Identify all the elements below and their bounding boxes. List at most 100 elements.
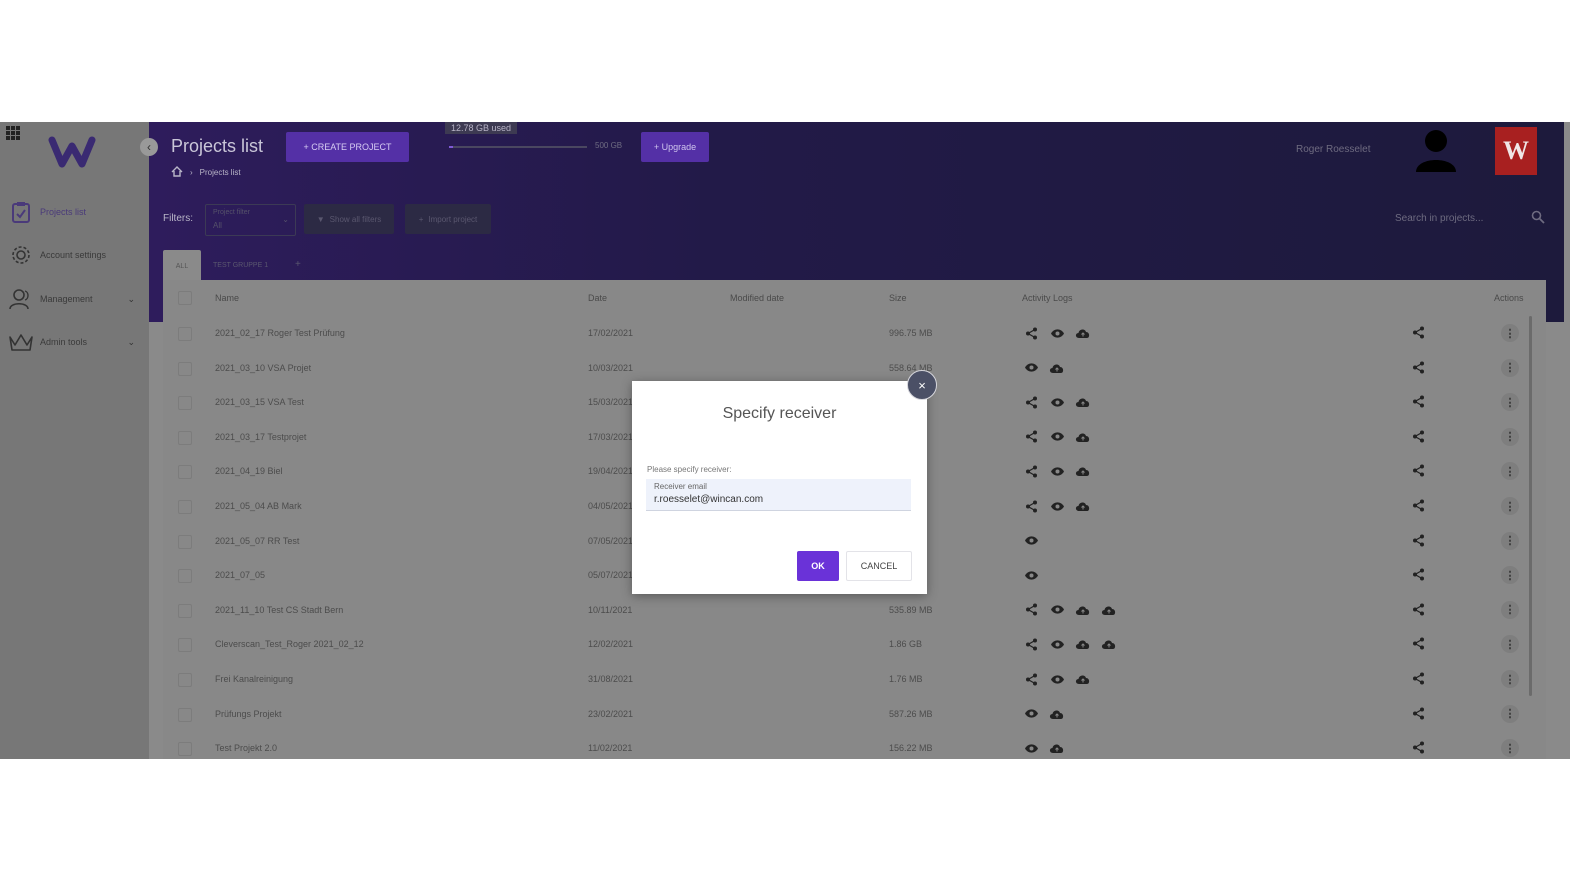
- project-name[interactable]: 2021_03_17 Testprojet: [215, 432, 306, 442]
- receiver-email-input[interactable]: [654, 494, 894, 505]
- search-icon[interactable]: [1531, 210, 1545, 224]
- eye-icon[interactable]: [1049, 637, 1065, 651]
- more-actions-button[interactable]: ⋮: [1501, 497, 1519, 515]
- share-icon[interactable]: [1412, 464, 1425, 482]
- share-icon[interactable]: [1412, 534, 1425, 552]
- project-name[interactable]: Prüfungs Projekt: [215, 709, 282, 719]
- project-name[interactable]: Cleverscan_Test_Roger 2021_02_12: [215, 639, 364, 649]
- project-name[interactable]: 2021_11_10 Test CS Stadt Bern: [215, 605, 343, 615]
- share-icon[interactable]: [1023, 499, 1039, 513]
- avatar-icon[interactable]: [1414, 128, 1458, 174]
- share-icon[interactable]: [1023, 464, 1039, 478]
- eye-icon[interactable]: [1049, 430, 1065, 444]
- project-name[interactable]: 2021_07_05: [215, 570, 265, 580]
- share-icon[interactable]: [1023, 672, 1039, 686]
- row-checkbox[interactable]: [178, 534, 192, 549]
- row-checkbox[interactable]: [178, 430, 192, 445]
- sidebar-item-admin-tools[interactable]: Admin tools ⌄: [8, 328, 143, 356]
- collapse-sidebar-button[interactable]: ‹: [140, 138, 158, 156]
- user-name[interactable]: Roger Roesselet: [1296, 144, 1370, 155]
- row-checkbox[interactable]: [178, 742, 192, 757]
- table-row[interactable]: 2021_03_10 VSA Projet 10/03/2021 558.64 MB…: [163, 351, 1546, 386]
- row-checkbox[interactable]: [178, 569, 192, 584]
- ok-button[interactable]: OK: [797, 551, 839, 581]
- table-row[interactable]: 2021_02_17 Roger Test Prüfung 17/02/2021 9…: [163, 316, 1546, 351]
- share-icon[interactable]: [1412, 707, 1425, 725]
- row-checkbox[interactable]: [178, 327, 192, 341]
- eye-icon[interactable]: [1049, 672, 1065, 686]
- table-scrollbar[interactable]: [1529, 316, 1532, 696]
- more-actions-button[interactable]: ⋮: [1501, 462, 1519, 481]
- share-icon[interactable]: [1412, 395, 1425, 413]
- row-checkbox[interactable]: [178, 361, 192, 376]
- cloud-upload-icon[interactable]: [1101, 603, 1117, 617]
- upgrade-button[interactable]: + Upgrade: [641, 132, 709, 162]
- column-header-date[interactable]: Date: [588, 293, 607, 303]
- project-name[interactable]: 2021_05_04 AB Mark: [215, 501, 302, 511]
- add-tab-button[interactable]: +: [295, 259, 301, 270]
- eye-icon[interactable]: [1049, 603, 1065, 617]
- row-checkbox[interactable]: [178, 638, 192, 653]
- cloud-upload-icon[interactable]: [1049, 707, 1065, 721]
- more-actions-button[interactable]: ⋮: [1501, 670, 1519, 688]
- share-icon[interactable]: [1412, 326, 1425, 344]
- eye-icon[interactable]: [1023, 534, 1039, 548]
- cloud-upload-icon[interactable]: [1049, 361, 1065, 375]
- create-project-button[interactable]: + CREATE PROJECT: [286, 132, 409, 162]
- more-actions-button[interactable]: ⋮: [1501, 635, 1519, 654]
- project-name[interactable]: 2021_04_19 Biel: [215, 466, 283, 476]
- more-actions-button[interactable]: ⋮: [1501, 531, 1519, 550]
- table-row[interactable]: Test Projekt 2.0 11/02/2021 156.22 MB ⋮: [163, 731, 1546, 759]
- column-header-modified-date[interactable]: Modified date: [730, 293, 784, 303]
- eye-icon[interactable]: [1049, 464, 1065, 478]
- cloud-upload-icon[interactable]: [1075, 395, 1091, 409]
- more-actions-button[interactable]: ⋮: [1501, 704, 1519, 723]
- home-icon[interactable]: [171, 166, 183, 179]
- share-icon[interactable]: [1023, 430, 1039, 444]
- table-row[interactable]: Frei Kanalreinigung 31/08/2021 1.76 MB ⋮: [163, 662, 1546, 697]
- eye-icon[interactable]: [1049, 395, 1065, 409]
- eye-icon[interactable]: [1023, 568, 1039, 582]
- eye-icon[interactable]: [1049, 326, 1065, 340]
- select-all-checkbox[interactable]: [178, 291, 192, 305]
- sidebar-item-projects-list[interactable]: Projects list: [8, 198, 143, 226]
- row-checkbox[interactable]: [178, 707, 192, 722]
- row-checkbox[interactable]: [178, 673, 192, 687]
- cloud-upload-icon[interactable]: [1075, 672, 1091, 686]
- more-actions-button[interactable]: ⋮: [1501, 600, 1519, 619]
- breadcrumb-item[interactable]: Projects list: [200, 168, 241, 177]
- eye-icon[interactable]: [1049, 499, 1065, 513]
- share-icon[interactable]: [1412, 672, 1425, 690]
- share-icon[interactable]: [1412, 568, 1425, 586]
- apps-grid-icon[interactable]: [6, 126, 20, 140]
- share-icon[interactable]: [1023, 603, 1039, 617]
- more-actions-button[interactable]: ⋮: [1501, 427, 1519, 446]
- cloud-upload-icon[interactable]: [1075, 499, 1091, 513]
- share-icon[interactable]: [1412, 499, 1425, 517]
- column-header-size[interactable]: Size: [889, 293, 907, 303]
- share-icon[interactable]: [1412, 637, 1425, 655]
- cloud-upload-icon[interactable]: [1075, 464, 1091, 478]
- project-name[interactable]: 2021_02_17 Roger Test Prüfung: [215, 328, 345, 338]
- share-icon[interactable]: [1412, 430, 1425, 448]
- cloud-upload-icon[interactable]: [1101, 637, 1117, 651]
- close-dialog-button[interactable]: ×: [907, 370, 937, 400]
- row-checkbox[interactable]: [178, 465, 192, 480]
- eye-icon[interactable]: [1023, 741, 1039, 755]
- more-actions-button[interactable]: ⋮: [1501, 739, 1519, 758]
- cloud-upload-icon[interactable]: [1075, 430, 1091, 444]
- row-checkbox[interactable]: [178, 603, 192, 618]
- cancel-button[interactable]: CANCEL: [846, 551, 912, 581]
- share-icon[interactable]: [1412, 361, 1425, 379]
- tab-test-gruppe-1[interactable]: TEST GRUPPE 1: [213, 262, 268, 269]
- share-icon[interactable]: [1023, 637, 1039, 651]
- show-all-filters-button[interactable]: ▼ Show all filters: [304, 204, 394, 234]
- search-input[interactable]: Search in projects...: [1395, 213, 1483, 224]
- project-name[interactable]: 2021_03_10 VSA Projet: [215, 363, 311, 373]
- more-actions-button[interactable]: ⋮: [1501, 393, 1519, 412]
- sidebar-item-management[interactable]: Management ⌄: [8, 285, 143, 313]
- table-row[interactable]: Cleverscan_Test_Roger 2021_02_12 12/02/20…: [163, 627, 1546, 662]
- share-icon[interactable]: [1023, 326, 1039, 340]
- receiver-email-field[interactable]: Receiver email: [646, 479, 911, 511]
- column-header-name[interactable]: Name: [215, 293, 239, 303]
